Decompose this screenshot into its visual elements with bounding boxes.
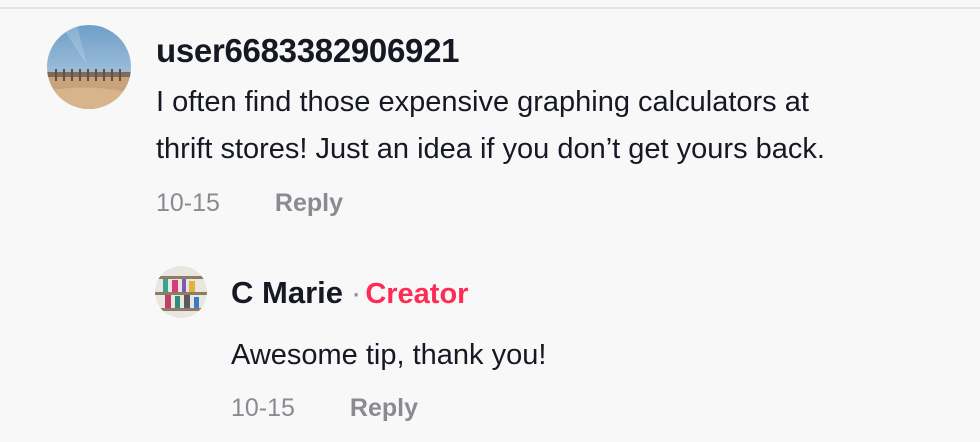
comment-text-line: I often find those expensive graphing ca… xyxy=(156,86,809,118)
beach-photo-icon xyxy=(47,25,131,109)
comment-username[interactable]: user6683382906921 xyxy=(156,25,936,77)
reply-body: C Marie · Creator Awesome tip, thank you! … xyxy=(231,270,911,425)
name-separator: · xyxy=(350,275,362,310)
top-divider xyxy=(0,7,980,9)
reply-date: 10-15 xyxy=(231,394,295,422)
comment-text: I often find those expensive graphing ca… xyxy=(156,79,936,173)
shelf-photo-icon xyxy=(155,266,207,318)
creator-avatar[interactable] xyxy=(155,266,207,318)
comment-body: user6683382906921 I often find those exp… xyxy=(156,25,936,220)
commenter-avatar[interactable] xyxy=(47,25,131,109)
reply-username[interactable]: C Marie xyxy=(231,275,343,310)
reply-header: C Marie · Creator xyxy=(231,270,911,317)
reply-button[interactable]: Reply xyxy=(275,186,343,220)
reply-text: Awesome tip, thank you! xyxy=(231,339,547,371)
comment-text-line: thrift stores! Just an idea if you don’t… xyxy=(156,133,825,165)
comment-meta: 10-15 Reply xyxy=(156,186,936,220)
comment-date: 10-15 xyxy=(156,189,220,217)
creator-badge: Creator xyxy=(365,278,469,310)
reply-meta: 10-15 Reply xyxy=(231,391,911,425)
reply-button[interactable]: Reply xyxy=(350,391,418,425)
